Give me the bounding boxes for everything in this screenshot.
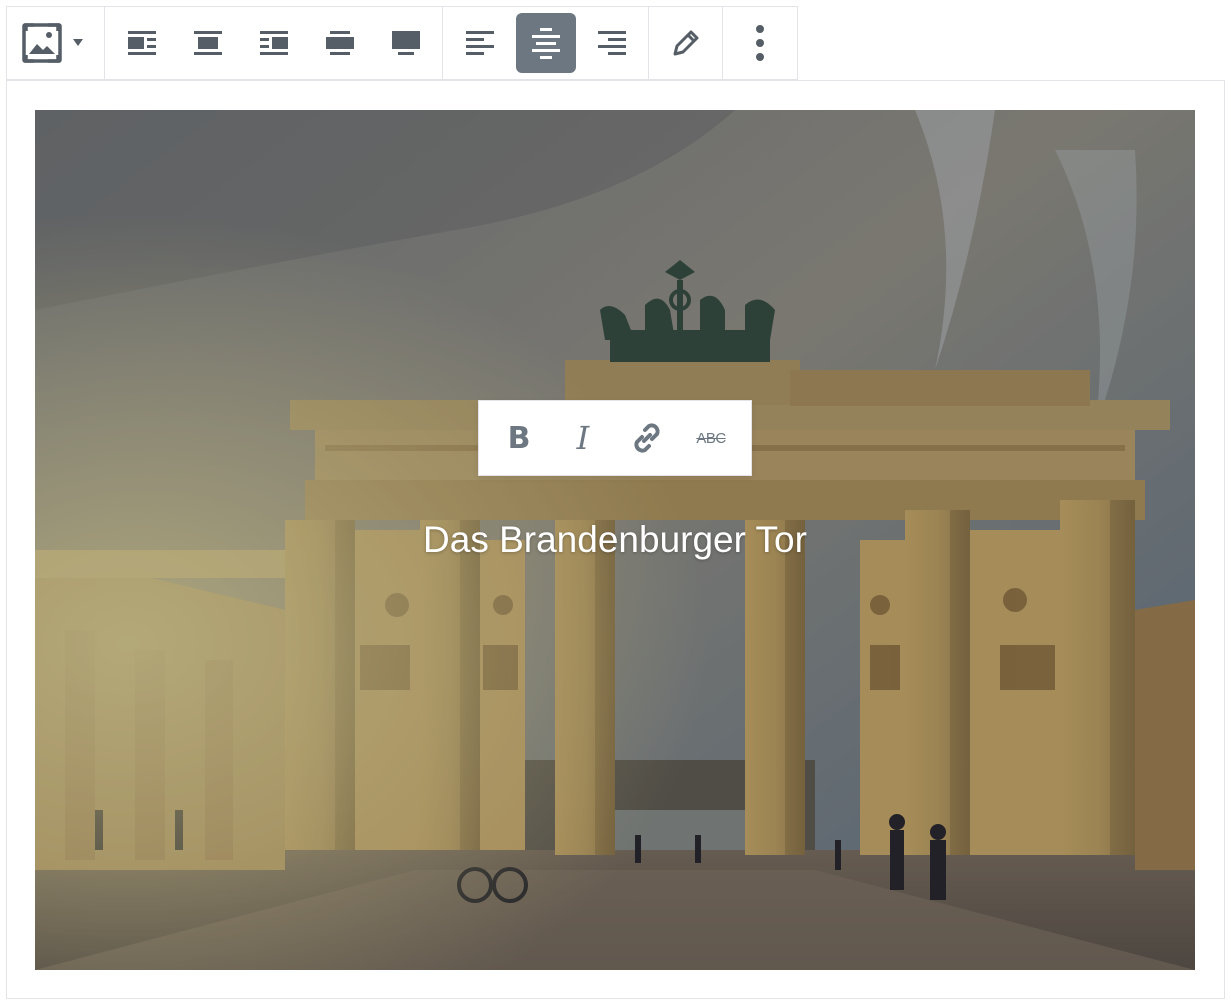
align-full-button[interactable] [376, 13, 436, 73]
align-wide-icon [325, 31, 354, 55]
block-alignment-group [105, 7, 443, 79]
cover-image-icon [21, 23, 83, 63]
block-toolbar [6, 6, 798, 80]
pencil-icon [673, 30, 698, 56]
text-align-right-button[interactable] [582, 13, 642, 73]
text-align-center-icon [531, 28, 560, 59]
strikethrough-button[interactable]: ABC [683, 410, 739, 466]
link-icon [634, 423, 660, 453]
edit-image-button[interactable] [656, 13, 716, 73]
more-vertical-icon [756, 25, 764, 61]
align-left-icon [127, 31, 156, 55]
align-right-icon [259, 31, 288, 55]
text-align-right-icon [597, 31, 626, 55]
align-full-icon [391, 31, 420, 55]
align-center-icon [193, 31, 222, 55]
chevron-down-icon [72, 39, 83, 46]
align-wide-button[interactable] [310, 13, 370, 73]
text-align-center-button[interactable] [515, 13, 576, 73]
italic-button[interactable]: I [555, 410, 611, 466]
bold-button[interactable]: B [491, 410, 547, 466]
block-type-switcher-button[interactable] [14, 13, 98, 73]
text-align-left-button[interactable] [450, 13, 510, 73]
more-group [723, 7, 797, 79]
format-toolbar: B I ABC [478, 400, 752, 476]
align-left-button[interactable] [112, 13, 172, 73]
edit-group [649, 7, 723, 79]
align-center-button[interactable] [178, 13, 238, 73]
more-options-button[interactable] [730, 13, 790, 73]
text-alignment-group [443, 7, 649, 79]
align-right-button[interactable] [244, 13, 304, 73]
link-button[interactable] [619, 410, 675, 466]
cover-title[interactable]: Das Brandenburger Tor [35, 512, 1195, 568]
text-align-left-icon [465, 31, 494, 55]
block-type-group [7, 7, 105, 79]
